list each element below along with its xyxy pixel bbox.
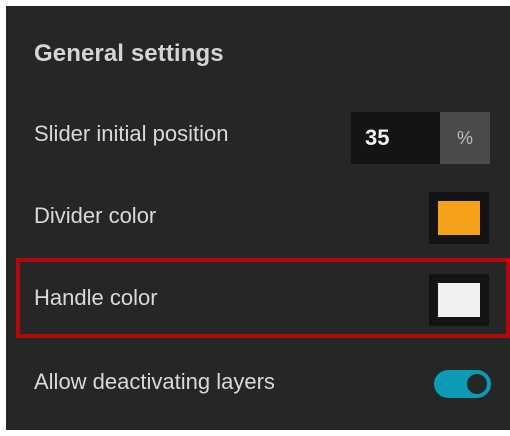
- divider-color-picker[interactable]: [429, 192, 489, 244]
- handle-color-row: Handle color: [6, 268, 510, 328]
- handle-color-picker[interactable]: [429, 274, 489, 326]
- slider-initial-position-input[interactable]: [351, 112, 440, 164]
- divider-color-label: Divider color: [34, 203, 157, 228]
- divider-color-swatch: [438, 201, 480, 235]
- allow-deactivating-layers-row: Allow deactivating layers: [6, 352, 510, 412]
- percent-unit-label: %: [440, 112, 490, 164]
- allow-deactivating-layers-toggle[interactable]: [434, 370, 491, 398]
- toggle-knob: [467, 374, 487, 394]
- panel-title: General settings: [34, 40, 224, 67]
- divider-color-row: Divider color: [6, 186, 510, 246]
- slider-initial-position-label: Slider initial position: [34, 121, 229, 146]
- slider-initial-position-row: Slider initial position %: [6, 104, 510, 164]
- handle-color-label: Handle color: [34, 285, 158, 310]
- allow-deactivating-layers-label: Allow deactivating layers: [34, 369, 275, 394]
- general-settings-panel: General settings Slider initial position…: [6, 6, 510, 430]
- handle-color-swatch: [438, 283, 480, 317]
